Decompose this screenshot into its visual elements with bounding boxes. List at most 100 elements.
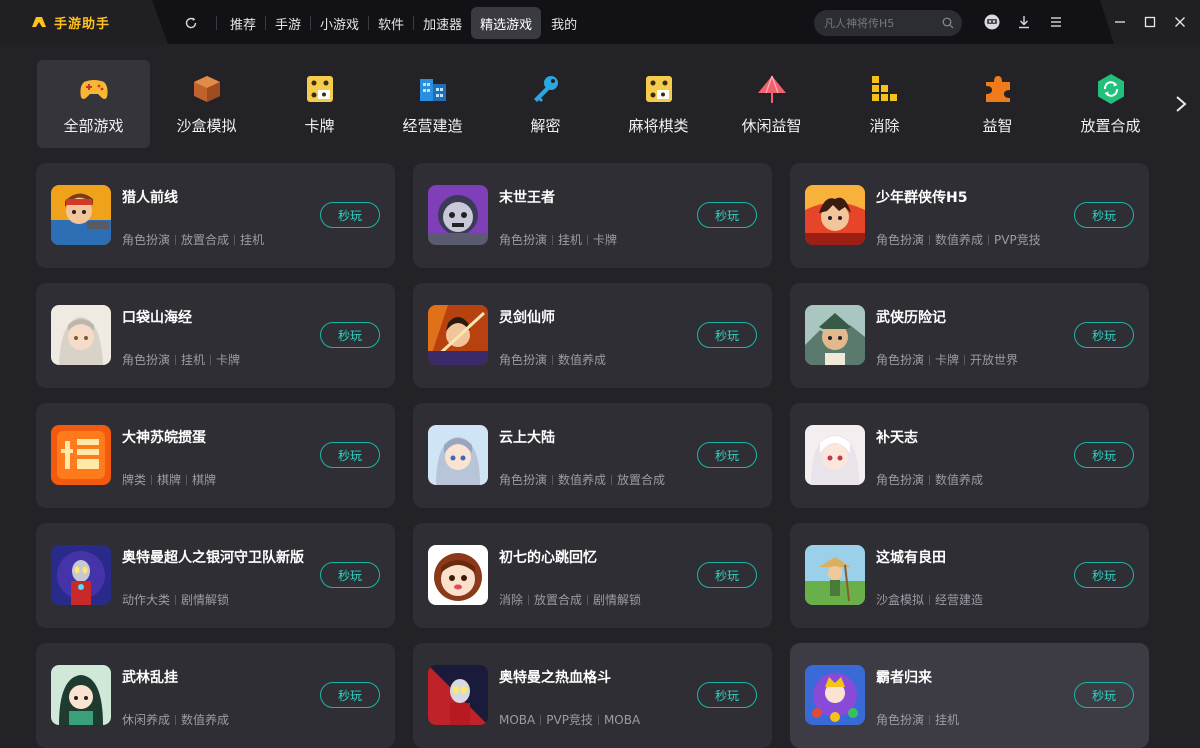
title-bar: 手游助手 推荐 手游 小游戏 软件 加速器 精选游戏 我的 bbox=[0, 0, 1200, 44]
king-return-icon bbox=[805, 665, 865, 725]
menu-button[interactable] bbox=[1046, 12, 1066, 32]
instant-play-button[interactable]: 秒玩 bbox=[697, 562, 757, 588]
tab-accelerator[interactable]: 加速器 bbox=[414, 7, 471, 39]
game-card[interactable]: 大神苏皖掼蛋 牌类 棋牌 棋牌 秒玩 bbox=[36, 403, 395, 508]
controller-logo-icon bbox=[32, 17, 46, 27]
game-tag: 角色扮演 bbox=[499, 473, 548, 487]
category-next-button[interactable] bbox=[1170, 92, 1192, 116]
tag-separator bbox=[988, 234, 990, 245]
category-sandbox[interactable]: 沙盒模拟 bbox=[150, 60, 263, 148]
instant-play-button[interactable]: 秒玩 bbox=[1074, 682, 1134, 708]
game-title: 补天志 bbox=[876, 430, 918, 446]
instant-play-button[interactable]: 秒玩 bbox=[697, 322, 757, 348]
game-tags: 角色扮演 数值养成 PVP竞技 bbox=[876, 231, 1041, 248]
category-casual[interactable]: 休闲益智 bbox=[715, 60, 828, 148]
instant-play-button[interactable]: 秒玩 bbox=[1074, 562, 1134, 588]
instant-play-button[interactable]: 秒玩 bbox=[1074, 322, 1134, 348]
game-tag: 放置合成 bbox=[181, 233, 230, 247]
swordsman-avatar-icon bbox=[428, 305, 488, 365]
white-hair-girl-icon bbox=[805, 425, 865, 485]
minimize-icon bbox=[1115, 21, 1125, 23]
game-tags: 角色扮演 卡牌 开放世界 bbox=[876, 351, 1018, 368]
nav-separator bbox=[216, 16, 217, 30]
game-card[interactable]: 奥特曼之热血格斗 MOBA PVP竞技 MOBA 秒玩 bbox=[413, 643, 772, 748]
game-card[interactable]: 口袋山海经 角色扮演 挂机 卡牌 秒玩 bbox=[36, 283, 395, 388]
game-card[interactable]: 灵剑仙师 角色扮演 数值养成 秒玩 bbox=[413, 283, 772, 388]
game-card[interactable]: 初七的心跳回忆 消除 放置合成 剧情解锁 秒玩 bbox=[413, 523, 772, 628]
search-input[interactable] bbox=[824, 16, 942, 30]
refresh-icon bbox=[185, 17, 197, 29]
category-cards[interactable]: 卡牌 bbox=[263, 60, 376, 148]
close-button[interactable] bbox=[1170, 12, 1190, 32]
game-title: 武林乱挂 bbox=[122, 670, 178, 686]
recycle-icon bbox=[1097, 73, 1124, 104]
instant-play-button[interactable]: 秒玩 bbox=[320, 202, 380, 228]
game-card[interactable]: 补天志 角色扮演 数值养成 秒玩 bbox=[790, 403, 1149, 508]
tab-mine[interactable]: 我的 bbox=[542, 7, 586, 39]
dice-icon bbox=[306, 75, 333, 102]
search-box[interactable] bbox=[814, 10, 962, 36]
category-mahjong-chess[interactable]: 麻将棋类 bbox=[602, 60, 715, 148]
instant-play-button[interactable]: 秒玩 bbox=[320, 682, 380, 708]
tag-separator bbox=[175, 354, 177, 365]
game-tag: 卡牌 bbox=[935, 353, 960, 367]
tab-mini-games[interactable]: 小游戏 bbox=[311, 7, 368, 39]
category-puzzle-solve[interactable]: 解密 bbox=[489, 60, 602, 148]
game-card[interactable]: 武侠历险记 角色扮演 卡牌 开放世界 秒玩 bbox=[790, 283, 1149, 388]
puzzle-icon bbox=[985, 75, 1010, 102]
instant-play-button[interactable]: 秒玩 bbox=[1074, 442, 1134, 468]
category-management[interactable]: 经营建造 bbox=[376, 60, 489, 148]
tag-separator bbox=[175, 594, 177, 605]
key-icon bbox=[533, 75, 558, 102]
game-card[interactable]: 这城有良田 沙盒模拟 经营建造 秒玩 bbox=[790, 523, 1149, 628]
instant-play-button[interactable]: 秒玩 bbox=[697, 682, 757, 708]
maximize-button[interactable] bbox=[1140, 12, 1160, 32]
game-tag: 棋牌 bbox=[192, 473, 217, 487]
ultraman-fight-icon bbox=[428, 665, 488, 725]
category-brain[interactable]: 益智 bbox=[941, 60, 1054, 148]
tab-software[interactable]: 软件 bbox=[369, 7, 413, 39]
download-button[interactable] bbox=[1014, 12, 1034, 32]
game-thumbnail bbox=[428, 665, 488, 725]
avatar-icon bbox=[984, 14, 1000, 30]
game-card[interactable]: 奥特曼超人之银河守卫队新版 动作大类 剧情解锁 秒玩 bbox=[36, 523, 395, 628]
mahjong-icon bbox=[645, 75, 672, 102]
game-tag: 数值养成 bbox=[558, 353, 607, 367]
wuxia-avatar-icon bbox=[805, 305, 865, 365]
gamepad-icon bbox=[79, 79, 108, 99]
user-avatar-button[interactable] bbox=[982, 12, 1002, 32]
game-title: 少年群侠传H5 bbox=[876, 190, 968, 206]
minimize-button[interactable] bbox=[1110, 12, 1130, 32]
tag-separator bbox=[587, 594, 589, 605]
instant-play-button[interactable]: 秒玩 bbox=[697, 442, 757, 468]
tag-separator bbox=[929, 474, 931, 485]
game-tag: 挂机 bbox=[181, 353, 206, 367]
refresh-button[interactable] bbox=[176, 8, 206, 38]
instant-play-button[interactable]: 秒玩 bbox=[1074, 202, 1134, 228]
game-card[interactable]: 猎人前线 角色扮演 放置合成 挂机 秒玩 bbox=[36, 163, 395, 268]
fairy-avatar-icon bbox=[51, 305, 111, 365]
game-tags: 角色扮演 挂机 卡牌 bbox=[122, 351, 240, 368]
game-card[interactable]: 武林乱挂 休闲养成 数值养成 秒玩 bbox=[36, 643, 395, 748]
instant-play-button[interactable]: 秒玩 bbox=[320, 442, 380, 468]
instant-play-button[interactable]: 秒玩 bbox=[320, 322, 380, 348]
instant-play-button[interactable]: 秒玩 bbox=[320, 562, 380, 588]
tab-mobile-games[interactable]: 手游 bbox=[266, 7, 310, 39]
game-card[interactable]: 少年群侠传H5 角色扮演 数值养成 PVP竞技 秒玩 bbox=[790, 163, 1149, 268]
game-card[interactable]: 末世王者 角色扮演 挂机 卡牌 秒玩 bbox=[413, 163, 772, 268]
game-card[interactable]: 云上大陆 角色扮演 数值养成 放置合成 秒玩 bbox=[413, 403, 772, 508]
game-card[interactable]: 霸者归来 角色扮演 挂机 秒玩 bbox=[790, 643, 1149, 748]
game-tag: 数值养成 bbox=[558, 473, 607, 487]
tag-separator bbox=[552, 354, 554, 365]
category-idle-merge[interactable]: 放置合成 bbox=[1054, 60, 1167, 148]
app-logo[interactable]: 手游助手 bbox=[30, 12, 110, 32]
tab-recommend[interactable]: 推荐 bbox=[221, 7, 265, 39]
tab-featured-games[interactable]: 精选游戏 bbox=[471, 7, 542, 39]
instant-play-button[interactable]: 秒玩 bbox=[697, 202, 757, 228]
category-all-games[interactable]: 全部游戏 bbox=[37, 60, 150, 148]
category-label: 麻将棋类 bbox=[628, 116, 689, 135]
search-icon[interactable] bbox=[942, 17, 954, 29]
category-match[interactable]: 消除 bbox=[828, 60, 941, 148]
zombie-avatar-icon bbox=[428, 185, 488, 245]
category-label: 休闲益智 bbox=[741, 116, 802, 135]
